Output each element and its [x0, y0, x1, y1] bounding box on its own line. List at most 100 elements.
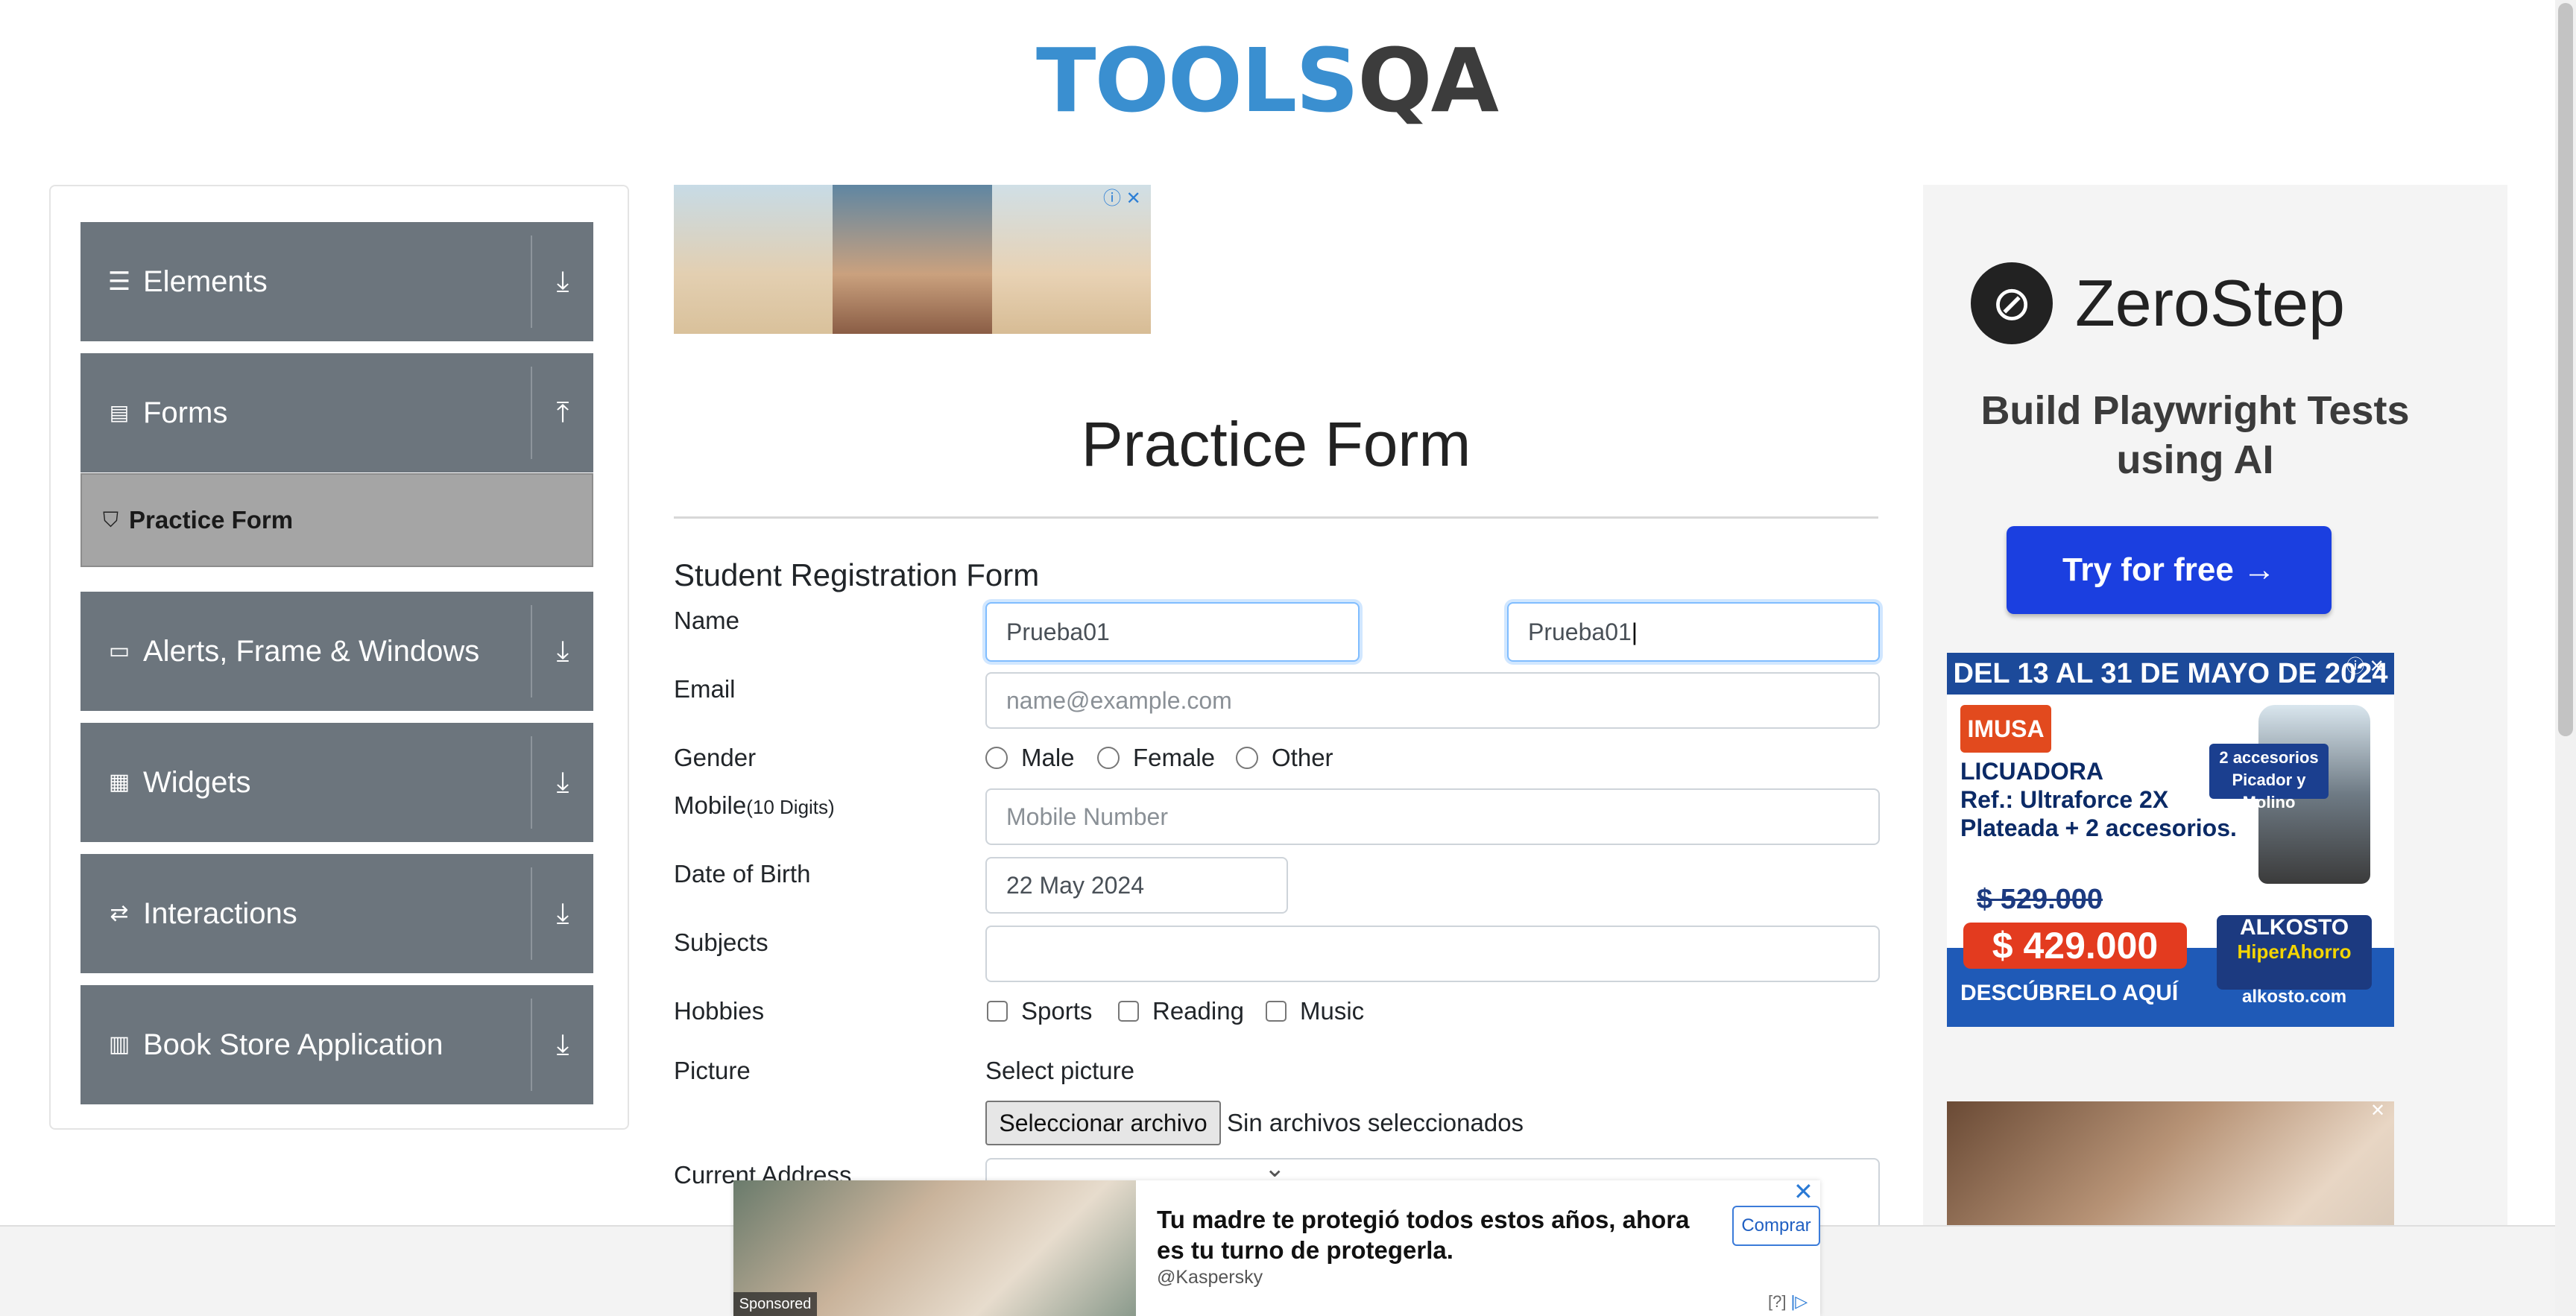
picture-label: Picture	[674, 1057, 751, 1084]
subjects-input[interactable]	[985, 926, 1880, 982]
store-name: ALKOSTO	[2239, 915, 2349, 940]
gender-female-label[interactable]: Female	[1133, 744, 1215, 772]
ad-info-text: [?]	[1768, 1292, 1787, 1311]
subjects-label: Subjects	[674, 929, 768, 956]
hamburger-icon: ☰	[107, 268, 131, 296]
sidebar-group-elements[interactable]: ☰ Elements ⤓	[80, 222, 593, 341]
imusa-logo: IMUSA	[1960, 705, 2051, 753]
bottom-ad-brand: @Kaspersky	[1157, 1267, 1263, 1288]
gender-other-label[interactable]: Other	[1272, 744, 1333, 772]
sidebar-item-label: Practice Form	[129, 506, 294, 534]
date-of-birth-input[interactable]: 22 May 2024	[985, 857, 1288, 914]
hobby-music-label[interactable]: Music	[1300, 997, 1364, 1025]
zerostep-logo-icon: ⊘	[1971, 262, 2053, 344]
sidebar-item-practice-form[interactable]: ⛉ Practice Form	[80, 473, 593, 567]
sidebar-group-book-store[interactable]: ▥ Book Store Application ⤓	[80, 985, 593, 1104]
expand-icon[interactable]: ⤓	[532, 898, 593, 930]
expand-icon[interactable]: ⤓	[532, 767, 593, 799]
logo-text-qa: QA	[1357, 29, 1499, 132]
alkosto-logo: ALKOSTO HiperAhorro	[2217, 915, 2372, 990]
product-line: LICUADORA	[1960, 758, 2103, 785]
product-line: Plateada + 2 accesorios.	[1960, 814, 2237, 841]
collapse-icon[interactable]: ⤒	[532, 397, 593, 429]
adchoices-icon: |▷	[1790, 1292, 1808, 1311]
zerostep-tagline: Build Playwright Tests using AI	[1980, 388, 2410, 482]
sidebar-group-label: Interactions	[143, 896, 297, 930]
file-status-text: Sin archivos seleccionados	[1227, 1109, 1524, 1136]
sidebar-group-label: Elements	[143, 265, 268, 298]
mobile-hint: (10 Digits)	[746, 796, 835, 818]
logo-text-tools: TOOLS	[1036, 29, 1359, 132]
ad-info[interactable]: [?] |▷	[1768, 1292, 1808, 1312]
ad-date-band: DEL 13 AL 31 DE MAYO DE 2024	[1947, 653, 2394, 695]
first-name-input[interactable]: Prueba01	[985, 602, 1360, 662]
old-price: $ 529.000	[1977, 884, 2103, 915]
close-icon[interactable]: ✕	[1793, 1177, 1813, 1206]
document-icon: ▤	[109, 401, 130, 424]
ad-image	[833, 185, 992, 334]
buy-button[interactable]: Comprar	[1732, 1206, 1820, 1246]
product-description: LICUADORA Ref.: Ultraforce 2X Plateada +…	[1960, 757, 2237, 842]
accessories-badge: 2 accesorios Picador y Molino	[2209, 744, 2329, 812]
scrollbar-thumb[interactable]	[2558, 3, 2573, 736]
divider	[674, 516, 1878, 519]
html5-icon: ⛉	[103, 507, 119, 531]
gender-label: Gender	[674, 744, 757, 771]
last-name-value: Prueba01	[1528, 618, 1632, 645]
hobby-music-checkbox[interactable]	[1266, 1001, 1287, 1022]
mobile-label: Mobile(10 Digits)	[674, 791, 835, 820]
name-label: Name	[674, 607, 740, 634]
email-label: Email	[674, 675, 736, 703]
page-title: Practice Form	[1081, 409, 1471, 479]
sidebar-group-label: Alerts, Frame & Windows	[143, 634, 480, 668]
window-icon: ▭	[108, 639, 130, 663]
expand-icon[interactable]: ⤓	[532, 1029, 593, 1061]
product-line: Ref.: Ultraforce 2X	[1960, 786, 2169, 813]
expand-icon[interactable]: ⤓	[532, 636, 593, 668]
close-icon[interactable]: ✕	[2370, 1100, 2385, 1122]
hobbies-label: Hobbies	[674, 997, 765, 1025]
toolsqa-logo[interactable]: TOOLSQA	[1036, 21, 1499, 140]
discover-cta[interactable]: DESCÚBRELO AQUÍ	[1960, 981, 2178, 1006]
interactions-icon: ⇄	[110, 901, 129, 926]
try-for-free-button[interactable]: Try for free →	[2007, 526, 2332, 614]
chevron-down-icon[interactable]: ⌄	[1264, 1154, 1286, 1183]
bottom-ad-headline[interactable]: Tu madre te protegió todos estos años, a…	[1157, 1204, 1723, 1265]
banner-ad-top[interactable]	[674, 185, 1151, 334]
mobile-label-text: Mobile	[674, 791, 747, 819]
choose-file-button[interactable]: Seleccionar archivo	[985, 1101, 1221, 1145]
adchoices-icon[interactable]: ⓘ ✕	[1103, 183, 1141, 209]
mobile-number-input[interactable]: Mobile Number	[985, 788, 1880, 845]
gender-other-radio[interactable]	[1236, 747, 1258, 769]
expand-icon[interactable]: ⤓	[532, 266, 593, 298]
form-subtitle: Student Registration Form	[674, 557, 1040, 592]
gender-male-radio[interactable]	[985, 747, 1008, 769]
new-price: $ 429.000	[1963, 923, 2187, 969]
books-icon: ▥	[108, 1032, 130, 1057]
zerostep-brand[interactable]: ⊘ ZeroStep	[1971, 262, 2345, 344]
sidebar-group-forms[interactable]: ▤ Forms ⤒	[80, 353, 593, 472]
sponsored-label: Sponsored	[733, 1292, 817, 1316]
email-field[interactable]: name@example.com	[985, 672, 1880, 729]
dob-label: Date of Birth	[674, 860, 811, 888]
ad-image	[674, 185, 833, 334]
alkosto-ad[interactable]: DEL 13 AL 31 DE MAYO DE 2024 IMUSA LICUA…	[1947, 653, 2394, 1027]
hobby-sports-label[interactable]: Sports	[1021, 997, 1092, 1025]
gender-male-label[interactable]: Male	[1021, 744, 1075, 772]
sidebar-group-widgets[interactable]: ▦ Widgets ⤓	[80, 723, 593, 842]
sidebar-group-interactions[interactable]: ⇄ Interactions ⤓	[80, 854, 593, 973]
store-subtitle: HiperAhorro	[2237, 940, 2352, 963]
zerostep-name: ZeroStep	[2075, 266, 2345, 340]
hobby-reading-label[interactable]: Reading	[1152, 997, 1244, 1025]
hobby-sports-checkbox[interactable]	[987, 1001, 1008, 1022]
last-name-input[interactable]: Prueba01 |	[1507, 602, 1880, 662]
sidebar-group-label: Widgets	[143, 765, 251, 799]
sidebar-group-alerts-frame-windows[interactable]: ▭ Alerts, Frame & Windows ⤓	[80, 592, 593, 711]
select-picture-label: Select picture	[985, 1057, 1134, 1084]
hobby-reading-checkbox[interactable]	[1118, 1001, 1139, 1022]
store-url: alkosto.com	[2242, 987, 2347, 1007]
widgets-icon: ▦	[108, 770, 130, 794]
sidebar-group-label: Book Store Application	[143, 1028, 443, 1061]
gender-female-radio[interactable]	[1097, 747, 1120, 769]
adchoices-icon[interactable]: ⓘ ✕	[2346, 651, 2384, 677]
